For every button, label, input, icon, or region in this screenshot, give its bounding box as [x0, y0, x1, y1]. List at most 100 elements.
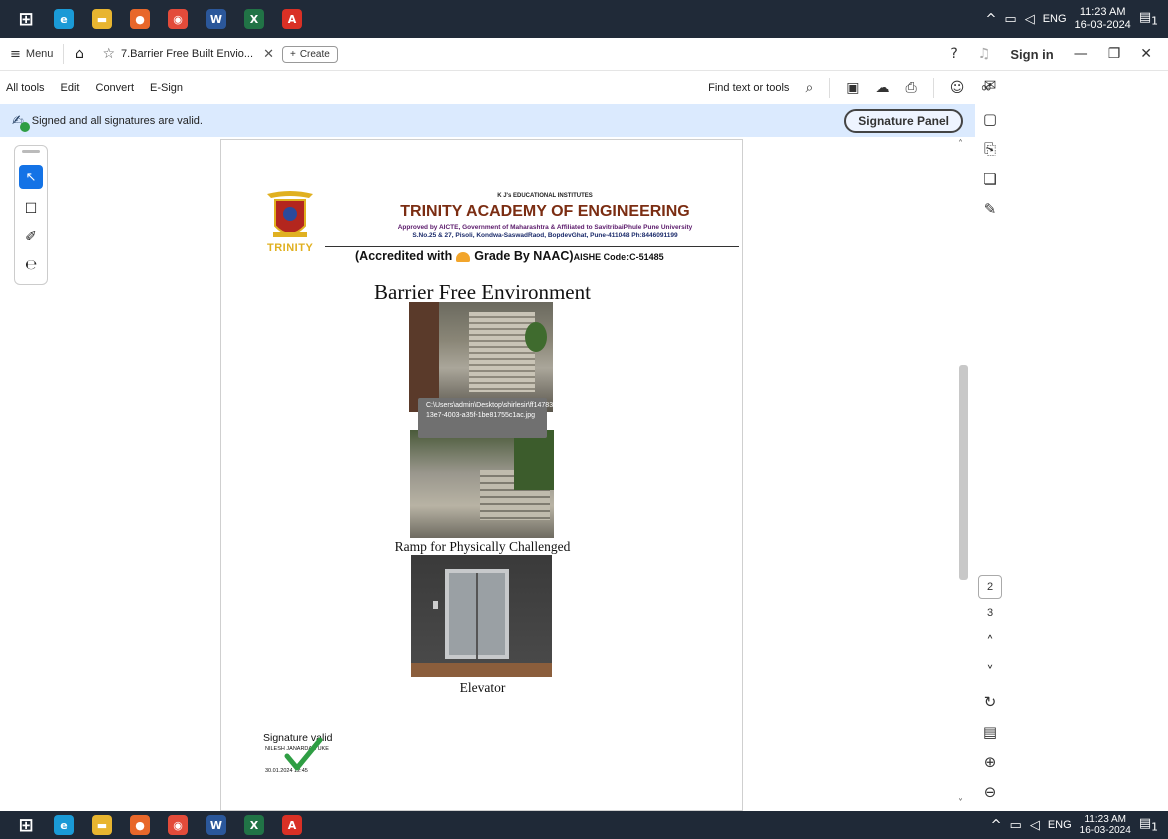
acrobat-icon[interactable]: A [276, 811, 308, 839]
document-viewer[interactable]: ↖ ☐ ✐ ℮ TRINITY K J's EDUCATIONAL INSTIT… [0, 137, 975, 811]
taskbar-app-list: ⊞ e ▬ ● ◉ W X A [0, 5, 308, 33]
share-user-icon[interactable]: ☺ [950, 80, 965, 96]
add-comment-icon[interactable]: ☐ [25, 201, 38, 217]
signature-panel-button[interactable]: Signature Panel [844, 108, 963, 133]
print-icon[interactable]: ⎙ [906, 80, 917, 96]
excel-icon[interactable]: X [238, 811, 270, 839]
system-tray: ^ ▭ ◁ ENG 11:23 AM 16-03-2024 ▤1 [985, 6, 1168, 32]
firefox-icon[interactable]: ● [124, 811, 156, 839]
chrome-icon[interactable]: ◉ [162, 5, 194, 33]
page-up-icon[interactable]: ˄ [986, 627, 994, 657]
save-icon[interactable]: ▣ [846, 80, 859, 96]
app-tab-bar: ≡ Menu ⌂ ☆ 7.Barrier Free Built Envio...… [0, 38, 1168, 71]
drag-handle[interactable] [22, 150, 40, 153]
bell-icon[interactable]: ♫ [978, 46, 991, 62]
quick-tools-panel: ↖ ☐ ✐ ℮ [14, 145, 48, 285]
email-icon[interactable]: ✉ [984, 70, 997, 100]
system-clock[interactable]: 11:23 AM 16-03-2024 [1080, 814, 1131, 836]
toolbar-menu: All tools Edit Convert E-Sign [0, 82, 183, 94]
aishe-code: AISHE Code:C-51485 [573, 252, 664, 262]
divider [829, 77, 831, 98]
word-icon[interactable]: W [200, 5, 232, 33]
next-page-number[interactable]: 3 [987, 599, 993, 627]
os-taskbar-top: ⊞ e ▬ ● ◉ W X A ^ ▭ ◁ ENG 11:23 AM 16-03-2024 ▤… [0, 0, 1168, 38]
chevron-up-icon[interactable]: ^ [985, 12, 996, 27]
language-indicator[interactable]: ENG [1043, 13, 1067, 25]
notification-icon[interactable]: ▤1 [1139, 816, 1158, 834]
divider [932, 77, 934, 98]
sign-in-button[interactable]: Sign in [1010, 47, 1053, 62]
windows-start-icon[interactable]: ⊞ [10, 811, 42, 839]
comment-icon[interactable]: ▢ [983, 104, 997, 134]
page-info-icon[interactable]: ▤ [983, 717, 997, 747]
pages-icon[interactable]: ❏ [983, 164, 996, 194]
acrobat-icon[interactable]: A [276, 5, 308, 33]
toolbar-menu-item[interactable]: Edit [61, 82, 80, 94]
chrome-icon[interactable]: ◉ [162, 811, 194, 839]
word-icon[interactable]: W [200, 811, 232, 839]
pdf-page: TRINITY K J's EDUCATIONAL INSTITUTES TRI… [220, 139, 743, 811]
signature-status-bar: ✍ Signed and all signatures are valid. S… [0, 104, 975, 137]
select-pointer-icon[interactable]: ↖ [19, 165, 43, 189]
crest-word: TRINITY [267, 242, 314, 254]
volume-muted-icon[interactable]: ◁ [1030, 818, 1040, 833]
restore-icon[interactable]: ❐ [1108, 46, 1121, 62]
image-path-tooltip: C:\Users\admin\Desktop\shirlesir\ff14783… [418, 398, 555, 438]
college-name: TRINITY ACADEMY OF ENGINEERING [400, 203, 690, 220]
chevron-up-icon[interactable]: ^ [991, 818, 1002, 833]
address-line: S.No.25 & 27, Pisoli, Kondwa-SaswadRaod,… [412, 232, 678, 239]
excel-icon[interactable]: X [238, 5, 270, 33]
zoom-in-icon[interactable]: ⊕ [984, 747, 997, 777]
scroll-down-arrow-icon[interactable]: ˅ [958, 798, 963, 809]
network-icon[interactable]: ▭ [1010, 818, 1022, 833]
scrollbar-thumb[interactable] [959, 365, 968, 580]
page-down-icon[interactable]: ˅ [986, 657, 994, 687]
volume-muted-icon[interactable]: ◁ [1025, 12, 1035, 27]
vertical-scrollbar[interactable]: ˄ ˅ [956, 137, 970, 811]
refresh-icon[interactable]: ↻ [984, 687, 997, 717]
ramp-photo-2 [410, 430, 554, 538]
institute-group: K J's EDUCATIONAL INSTITUTES [497, 193, 593, 199]
cloud-upload-icon[interactable]: ☁ [876, 80, 890, 96]
zoom-out-icon[interactable]: ⊖ [984, 777, 997, 807]
edge-icon[interactable]: e [48, 5, 80, 33]
network-icon[interactable]: ▭ [1004, 12, 1016, 27]
fill-sign-icon[interactable]: ✎ [984, 194, 997, 224]
help-icon[interactable]: ? [950, 46, 957, 62]
document-tab-title: 7.Barrier Free Built Envio... [121, 48, 254, 60]
signature-status-text: Signed and all signatures are valid. [31, 114, 203, 127]
language-indicator[interactable]: ENG [1048, 819, 1072, 831]
current-page-indicator[interactable]: 2 [978, 575, 1002, 599]
elevator-photo [411, 555, 552, 677]
notification-icon[interactable]: ▤1 [1139, 10, 1158, 28]
window-controls: ? ♫ Sign in — ❐ ✕ [950, 46, 1168, 62]
lasso-icon[interactable]: ℮ [25, 257, 37, 273]
file-explorer-icon[interactable]: ▬ [86, 811, 118, 839]
toolbar-menu-item[interactable]: All tools [6, 82, 45, 94]
close-window-icon[interactable]: ✕ [1140, 46, 1152, 62]
close-tab-icon[interactable]: ✕ [263, 47, 274, 62]
firefox-icon[interactable]: ● [124, 5, 156, 33]
hamburger-icon: ≡ [10, 46, 21, 62]
toolbar-menu-item[interactable]: E-Sign [150, 82, 183, 94]
find-text-label[interactable]: Find text or tools [708, 82, 789, 94]
ramp-caption: Ramp for Physically Challenged [394, 539, 571, 554]
scroll-up-arrow-icon[interactable]: ˄ [958, 139, 963, 150]
star-icon[interactable]: ☆ [102, 46, 115, 62]
accreditation-line: (Accredited with Grade By NAAC)AISHE Code… [355, 249, 664, 263]
edge-icon[interactable]: e [48, 811, 80, 839]
create-button[interactable]: + Create [281, 45, 338, 63]
draw-pen-icon[interactable]: ✐ [25, 229, 37, 245]
document-tab[interactable]: ☆ 7.Barrier Free Built Envio... ✕ [94, 38, 282, 70]
menu-button[interactable]: ≡ Menu [0, 38, 63, 70]
minimize-icon[interactable]: — [1074, 46, 1088, 62]
bookmark-icon[interactable]: ⎘ [984, 134, 996, 164]
search-icon[interactable]: ⌕ [805, 80, 813, 96]
system-clock[interactable]: 11:23 AM 16-03-2024 [1075, 6, 1131, 32]
plus-icon: + [289, 48, 296, 60]
file-explorer-icon[interactable]: ▬ [86, 5, 118, 33]
home-icon[interactable]: ⌂ [64, 46, 94, 62]
system-tray: ^ ▭ ◁ ENG 11:23 AM 16-03-2024 ▤1 [991, 814, 1168, 836]
toolbar-menu-item[interactable]: Convert [96, 82, 135, 94]
windows-start-icon[interactable]: ⊞ [10, 5, 42, 33]
